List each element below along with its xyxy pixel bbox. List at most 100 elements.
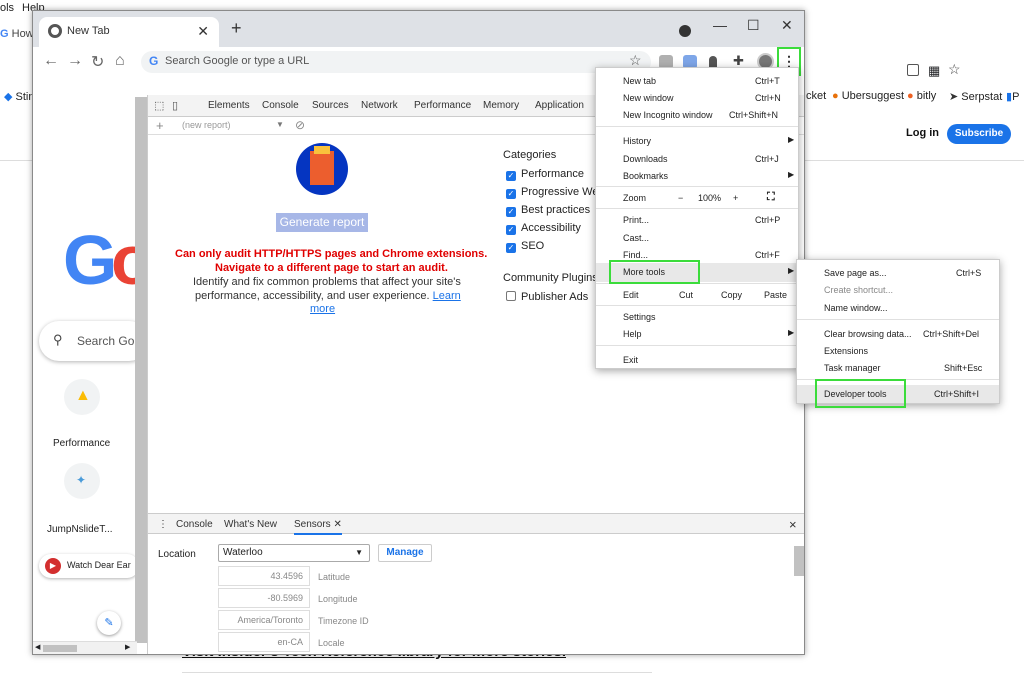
bg-bookmark-ubersuggest[interactable]: ● Ubersuggest: [832, 90, 904, 102]
category-performance[interactable]: ✓ Performance: [506, 168, 584, 181]
scroll-right-icon[interactable]: ▶: [125, 643, 130, 651]
checkbox-checked-icon[interactable]: ✓: [506, 171, 516, 181]
device-toggle-icon[interactable]: ▯: [172, 99, 178, 112]
shortcut-performance[interactable]: ▲: [64, 379, 100, 415]
menu-item-print[interactable]: Print... Ctrl+P: [596, 211, 798, 229]
category-accessibility[interactable]: ✓ Accessibility: [506, 222, 581, 235]
clear-icon[interactable]: ⊘: [295, 118, 305, 132]
menu-item-cast[interactable]: Cast...: [596, 229, 798, 247]
zoom-in-button[interactable]: +: [733, 193, 738, 203]
menu-item-new-tab[interactable]: New tab Ctrl+T: [596, 72, 798, 90]
menu-item-extensions[interactable]: Extensions: [797, 342, 999, 360]
plugin-publisher-ads[interactable]: Publisher Ads: [506, 291, 588, 303]
zoom-out-button[interactable]: −: [678, 193, 683, 203]
close-window-icon[interactable]: ✕: [781, 17, 793, 34]
checkbox-checked-icon[interactable]: ✓: [506, 243, 516, 253]
back-icon[interactable]: ←: [43, 52, 59, 70]
category-best-practices[interactable]: ✓ Best practices: [506, 204, 590, 217]
copy-button[interactable]: Copy: [721, 290, 742, 300]
bg-tab-partial[interactable]: G How: [0, 28, 34, 40]
page-vertical-scrollbar[interactable]: [135, 97, 147, 643]
menu-item-downloads[interactable]: Downloads Ctrl+J: [596, 150, 798, 168]
tab-performance[interactable]: Performance: [414, 100, 471, 111]
tab-sources[interactable]: Sources: [312, 100, 349, 111]
location-select[interactable]: Waterloo ▼: [218, 544, 370, 562]
watch-chip[interactable]: ▶ Watch Dear Ear: [39, 554, 139, 578]
minimize-icon[interactable]: —: [713, 17, 727, 33]
checkbox-checked-icon[interactable]: ✓: [506, 225, 516, 235]
fullscreen-icon[interactable]: ⛶: [767, 191, 775, 204]
omnibox[interactable]: G Search Google or type a URL: [141, 51, 651, 73]
menu-item-name-window[interactable]: Name window...: [797, 299, 999, 317]
menu-item-clear-browsing[interactable]: Clear browsing data... Ctrl+Shift+Del: [797, 325, 999, 343]
tab-memory[interactable]: Memory: [483, 100, 519, 111]
menu-item-save-page[interactable]: Save page as... Ctrl+S: [797, 264, 999, 282]
bg-menu-tools[interactable]: ols: [0, 2, 14, 14]
chevron-down-icon[interactable]: ▼: [276, 120, 284, 129]
subscribe-button[interactable]: Subscribe: [947, 124, 1011, 144]
menu-item-new-window[interactable]: New window Ctrl+N: [596, 89, 798, 107]
paste-button[interactable]: Paste: [764, 290, 787, 300]
checkbox-checked-icon[interactable]: ✓: [506, 189, 516, 199]
close-tab-icon[interactable]: ✕: [333, 519, 341, 530]
inspect-icon[interactable]: ⬚: [154, 99, 164, 112]
cut-button[interactable]: Cut: [679, 290, 693, 300]
drawer-tab-whats-new[interactable]: What's New: [224, 519, 277, 530]
tab-elements[interactable]: Elements: [208, 100, 250, 111]
new-tab-button[interactable]: +: [231, 18, 242, 39]
close-drawer-icon[interactable]: ×: [789, 517, 797, 532]
menu-item-exit[interactable]: Exit: [596, 351, 798, 369]
longitude-field[interactable]: -80.5969: [218, 588, 310, 608]
bg-bookmark-bitly[interactable]: ● bitly: [907, 90, 936, 102]
tab-search-icon[interactable]: [679, 25, 691, 37]
report-select[interactable]: (new report): [182, 120, 231, 130]
locale-field[interactable]: en-CA: [218, 632, 310, 652]
tab-new-tab[interactable]: New Tab ✕: [39, 17, 219, 47]
tab-application[interactable]: Application: [535, 100, 584, 111]
menu-item-settings[interactable]: Settings: [596, 308, 798, 326]
menu-item-bookmarks[interactable]: Bookmarks ▶: [596, 167, 798, 185]
maximize-icon[interactable]: ☐: [747, 17, 760, 34]
tab-console[interactable]: Console: [262, 100, 299, 111]
forward-icon[interactable]: →: [67, 52, 83, 70]
grid-icon[interactable]: ▦: [928, 63, 940, 79]
bg-bookmark-cket[interactable]: cket: [806, 90, 826, 102]
menu-item-help[interactable]: Help ▶: [596, 325, 798, 343]
customize-button[interactable]: ✎: [97, 611, 121, 635]
drawer-tab-console[interactable]: Console: [176, 519, 213, 530]
page-horizontal-scrollbar[interactable]: ◀ ▶: [33, 641, 137, 654]
add-report-icon[interactable]: +: [156, 118, 164, 133]
close-tab-icon[interactable]: ✕: [197, 23, 209, 40]
drawer-scrollbar[interactable]: [794, 546, 804, 576]
home-icon[interactable]: ⌂: [115, 52, 125, 70]
generate-report-button[interactable]: Generate report: [276, 213, 368, 232]
checkbox-checked-icon[interactable]: ✓: [506, 207, 516, 217]
bg-bookmark-p[interactable]: ▮P: [1006, 90, 1019, 103]
menu-item-incognito[interactable]: New Incognito window Ctrl+Shift+N: [596, 106, 798, 124]
bg-bookmark-stin[interactable]: ◆ Stin: [4, 90, 35, 103]
timezone-field[interactable]: America/Toronto: [218, 610, 310, 630]
drawer-tab-sensors[interactable]: Sensors ✕: [294, 519, 342, 535]
menu-item-task-manager[interactable]: Task manager Shift+Esc: [797, 359, 999, 377]
ntp-search-box[interactable]: ⚲ Search Go: [39, 321, 149, 361]
tab-network[interactable]: Network: [361, 100, 398, 111]
latitude-field[interactable]: 43.4596: [218, 566, 310, 586]
menu-item-create-shortcut[interactable]: Create shortcut...: [797, 281, 999, 299]
bg-bookmark-serpstat[interactable]: ➤ Serpstat: [949, 90, 1002, 103]
reload-icon[interactable]: ↻: [91, 52, 104, 72]
category-pwa[interactable]: ✓ Progressive Web: [506, 186, 605, 199]
reader-icon[interactable]: [907, 64, 919, 76]
learn-more-link-2[interactable]: more: [310, 303, 335, 315]
shortcut-jumpnslide[interactable]: ✦: [64, 463, 100, 499]
checkbox-unchecked-icon[interactable]: [506, 291, 516, 301]
learn-more-link[interactable]: Learn: [433, 290, 461, 302]
category-seo[interactable]: ✓ SEO: [506, 240, 544, 253]
drawer-menu-icon[interactable]: ⋮: [158, 519, 168, 530]
star-icon[interactable]: ☆: [948, 61, 961, 78]
login-link[interactable]: Log in: [906, 127, 939, 139]
menu-label: New Incognito window: [623, 110, 713, 120]
manage-button[interactable]: Manage: [378, 544, 432, 562]
scrollbar-thumb[interactable]: [43, 645, 77, 652]
scroll-left-icon[interactable]: ◀: [35, 643, 40, 651]
menu-item-history[interactable]: History ▶: [596, 132, 798, 150]
